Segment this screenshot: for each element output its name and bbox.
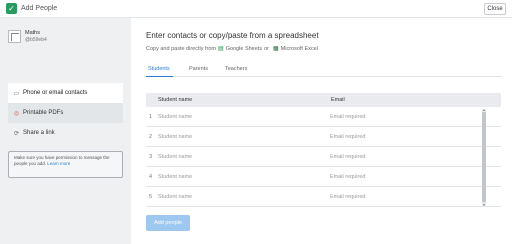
contact-card-icon: ▭ — [13, 90, 20, 97]
student-name-input[interactable]: Student name — [158, 134, 192, 140]
google-sheets-icon: ▤ — [218, 46, 224, 52]
app-logo-icon: ✓ — [6, 3, 17, 14]
paste-prefix: Copy and paste directly from — [146, 45, 217, 52]
row-number: 3 — [149, 154, 153, 160]
class-card: Maths @b59eb4 — [8, 30, 47, 44]
or-text: or — [264, 45, 269, 52]
email-input[interactable]: Email required — [330, 134, 365, 140]
sidebar-item-label: Printable PDFs — [23, 110, 64, 116]
table-scrollbar[interactable]: ▲ ▼ — [482, 109, 486, 207]
scrollbar-thumb[interactable] — [482, 112, 486, 202]
active-tab-indicator — [146, 76, 173, 77]
permission-notice: Make sure you have permission to message… — [8, 151, 123, 178]
row-number: 4 — [149, 174, 153, 180]
class-code: @b59eb4 — [25, 37, 47, 43]
role-tabs: Students Parents Teachers — [146, 63, 502, 77]
class-avatar — [8, 30, 21, 43]
student-name-input[interactable]: Student name — [158, 114, 192, 120]
window-title: Add People — [21, 5, 58, 12]
sidebar-item-label: Share a link — [23, 130, 55, 136]
row-number: 1 — [149, 114, 153, 120]
tab-teachers[interactable]: Teachers — [225, 66, 247, 72]
contacts-table: Student name Email 1 Student name Email … — [146, 93, 501, 207]
column-header-name: Student name — [158, 97, 193, 103]
table-row: 2 Student name Email required — [146, 127, 501, 147]
scroll-down-icon[interactable]: ▼ — [482, 204, 486, 207]
main-panel: Enter contacts or copy/paste from a spre… — [131, 18, 512, 244]
row-number: 2 — [149, 134, 153, 140]
share-icon: ⟳ — [13, 130, 20, 137]
email-input[interactable]: Email required — [330, 154, 365, 160]
class-name: Maths — [25, 30, 40, 36]
table-row: 3 Student name Email required — [146, 147, 501, 167]
tab-parents[interactable]: Parents — [189, 66, 208, 72]
google-sheets-label: Google Sheets — [225, 45, 263, 52]
sidebar-item-contacts[interactable]: ▭ Phone or email contacts — [8, 83, 123, 103]
learn-more-link[interactable]: Learn more — [47, 161, 70, 166]
student-name-input[interactable]: Student name — [158, 154, 192, 160]
student-name-input[interactable]: Student name — [158, 194, 192, 200]
table-row: 4 Student name Email required — [146, 167, 501, 187]
sidebar-item-pdfs[interactable]: ◎ Printable PDFs — [8, 103, 123, 123]
sidebar: Maths @b59eb4 ▭ Phone or email contacts … — [0, 18, 131, 244]
close-button[interactable]: Close — [484, 3, 506, 15]
top-bar: ✓ Add People Close — [0, 0, 512, 18]
email-input[interactable]: Email required — [330, 194, 365, 200]
page-title: Enter contacts or copy/paste from a spre… — [146, 31, 319, 40]
excel-label: Microsoft Excel — [280, 45, 318, 52]
row-number: 5 — [149, 194, 153, 200]
sidebar-item-share-link[interactable]: ⟳ Share a link — [8, 123, 123, 143]
tab-students[interactable]: Students — [148, 66, 170, 72]
table-row: 1 Student name Email required — [146, 107, 501, 127]
sidebar-item-label: Phone or email contacts — [23, 90, 88, 96]
column-header-email: Email — [331, 97, 345, 103]
table-row: 5 Student name Email required — [146, 187, 501, 207]
sidebar-nav: ▭ Phone or email contacts ◎ Printable PD… — [8, 83, 123, 143]
email-input[interactable]: Email required — [330, 114, 365, 120]
table-header: Student name Email — [146, 93, 501, 107]
add-people-button[interactable]: Add people — [146, 215, 190, 231]
email-input[interactable]: Email required — [330, 174, 365, 180]
excel-icon: ▦ — [272, 46, 279, 52]
pdf-icon: ◎ — [13, 110, 20, 117]
student-name-input[interactable]: Student name — [158, 174, 192, 180]
paste-instructions: Copy and paste directly from ▤ Google Sh… — [146, 45, 318, 53]
